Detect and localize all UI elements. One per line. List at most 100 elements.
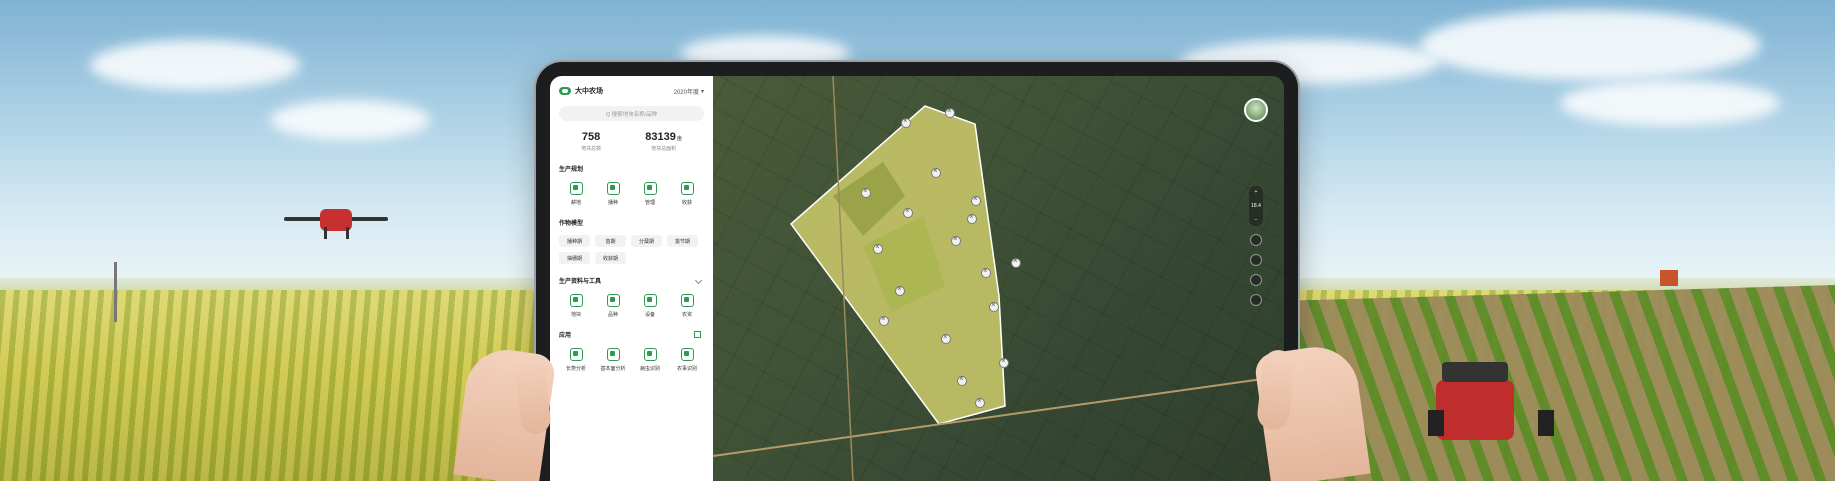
plot-marker[interactable]: [1011, 256, 1021, 268]
pest-icon: [643, 348, 657, 361]
section-title: 生产资料与工具: [559, 279, 602, 285]
far-sprayer: [1660, 270, 1678, 286]
chevron-down-icon: ▾: [700, 88, 704, 95]
item-label: 长势分析: [565, 366, 586, 372]
chip-stage[interactable]: 播种期: [559, 235, 590, 247]
chip-stage[interactable]: 分蘖期: [631, 235, 662, 247]
map-toolbar: + 18.4 −: [1248, 186, 1264, 346]
chip-stage[interactable]: 苗期: [595, 235, 626, 247]
resources-items: 地块 品种 设备 农资: [559, 294, 704, 318]
farm-brand[interactable]: 大中农场: [559, 86, 603, 96]
section-title: 生产规划: [559, 167, 584, 173]
year-label: 2020年度: [673, 89, 699, 96]
item-label: 收获: [681, 200, 692, 206]
zoom-control[interactable]: + 18.4 −: [1249, 186, 1263, 226]
item-label: 农事识别: [676, 366, 697, 372]
task-icon: [680, 348, 694, 361]
plot-marker[interactable]: [945, 106, 955, 118]
plot-marker[interactable]: [981, 266, 991, 278]
plot-marker[interactable]: [951, 234, 961, 246]
crop-field-right: [1290, 285, 1835, 481]
satellite-map[interactable]: + 18.4 −: [713, 76, 1284, 481]
fullscreen-icon[interactable]: [1250, 294, 1262, 306]
tillage-icon: [569, 182, 583, 195]
growth-icon: [569, 348, 583, 361]
item-label: 播种: [607, 200, 618, 206]
panel-header: 大中农场 2020年度 ▾: [559, 84, 704, 98]
stat-label: 地块总数: [581, 146, 602, 152]
plot-marker[interactable]: [895, 284, 905, 296]
plot-marker[interactable]: [957, 374, 967, 386]
plot-marker[interactable]: [901, 116, 911, 128]
section-apps: 应用: [559, 330, 704, 339]
plots-icon: [569, 294, 583, 307]
tool-management[interactable]: 管理: [636, 182, 664, 206]
plot-marker[interactable]: [999, 356, 1009, 368]
chip-stage[interactable]: 收获期: [595, 252, 626, 264]
tool-equipment[interactable]: 设备: [636, 294, 664, 318]
year-selector[interactable]: 2020年度 ▾: [674, 87, 704, 96]
management-icon: [643, 182, 657, 195]
user-avatar[interactable]: [1244, 98, 1268, 122]
plot-marker[interactable]: [861, 186, 871, 198]
farm-logo-icon: [559, 87, 571, 95]
plot-marker[interactable]: [971, 194, 981, 206]
crop-stage-chips: 播种期 苗期 分蘖期 拔节期 抽穗期 收获期: [559, 235, 704, 264]
stats-row: 758 地块总数 83139亩 地块总面积: [559, 131, 704, 152]
item-label: 病虫识别: [639, 366, 660, 372]
chip-stage[interactable]: 拔节期: [667, 235, 698, 247]
app-farm-task-recognition[interactable]: 农事识别: [673, 348, 701, 372]
drone-image: [284, 205, 388, 239]
item-label: 基本面分析: [600, 366, 626, 372]
zoom-in-icon[interactable]: +: [1255, 189, 1258, 195]
item-label: 地块: [570, 312, 581, 318]
tool-varieties[interactable]: 品种: [599, 294, 627, 318]
app-growth-analysis[interactable]: 长势分析: [562, 348, 590, 372]
stat-value: 758: [581, 131, 601, 143]
plot-marker[interactable]: [967, 212, 977, 224]
item-label: 管理: [644, 200, 655, 206]
stat-label: 地块总面积: [651, 146, 677, 152]
stat-plot-count: 758 地块总数: [581, 131, 601, 152]
cloud: [1420, 10, 1760, 80]
search-input[interactable]: Q 搜索地块名称/品种: [559, 106, 704, 121]
farm-name: 大中农场: [575, 88, 603, 95]
item-label: 农资: [681, 312, 692, 318]
item-label: 品种: [607, 312, 618, 318]
plot-marker[interactable]: [941, 332, 951, 344]
tablet-screen: 大中农场 2020年度 ▾ Q 搜索地块名称/品种 758 地块总数 83139…: [550, 76, 1284, 481]
plot-marker[interactable]: [879, 314, 889, 326]
harvest-icon: [680, 182, 694, 195]
farm-plot-overlay: [713, 76, 1284, 481]
apps-items: 长势分析 基本面分析 病虫识别 农事识别: [559, 348, 704, 372]
tool-sowing[interactable]: 播种: [599, 182, 627, 206]
search-placeholder: Q 搜索地块名称/品种: [605, 111, 658, 118]
tool-harvest[interactable]: 收获: [673, 182, 701, 206]
stat-value: 83139: [645, 131, 676, 143]
app-basic-analysis[interactable]: 基本面分析: [599, 348, 627, 372]
layers-icon[interactable]: [1250, 254, 1262, 266]
equipment-icon: [643, 294, 657, 307]
chip-stage[interactable]: 抽穗期: [559, 252, 590, 264]
robot-tractor-image: [1428, 362, 1554, 440]
tool-tillage[interactable]: 耕地: [562, 182, 590, 206]
tool-plots[interactable]: 地块: [562, 294, 590, 318]
plot-marker[interactable]: [873, 242, 883, 254]
plot-marker[interactable]: [975, 396, 985, 408]
sensor-pole: [114, 262, 117, 322]
location-icon[interactable]: [1250, 234, 1262, 246]
production-planning-items: 耕地 播种 管理 收获: [559, 182, 704, 206]
plot-marker[interactable]: [903, 206, 913, 218]
zoom-out-icon[interactable]: −: [1255, 217, 1258, 223]
tablet-device: 大中农场 2020年度 ▾ Q 搜索地块名称/品种 758 地块总数 83139…: [536, 62, 1298, 481]
measure-icon[interactable]: [1250, 274, 1262, 286]
expand-icon[interactable]: [694, 331, 701, 338]
section-resources[interactable]: 生产资料与工具: [559, 276, 704, 285]
app-pest-recognition[interactable]: 病虫识别: [636, 348, 664, 372]
plot-marker[interactable]: [989, 300, 999, 312]
plot-marker[interactable]: [931, 166, 941, 178]
item-label: 设备: [644, 312, 655, 318]
chevron-down-icon: [694, 276, 703, 285]
section-title: 应用: [559, 333, 572, 339]
tool-supplies[interactable]: 农资: [673, 294, 701, 318]
